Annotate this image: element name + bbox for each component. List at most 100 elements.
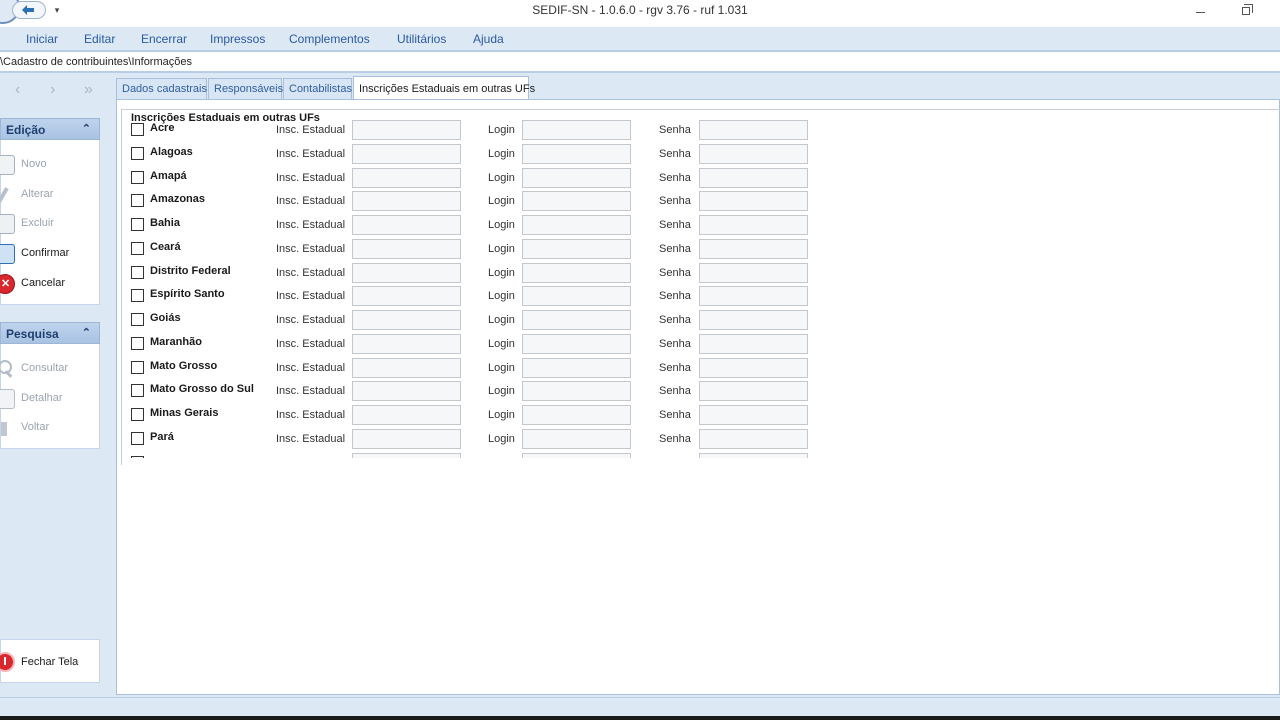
breadcrumb: \Cadastro de contribuintes\Informações	[0, 56, 192, 68]
state-checkbox[interactable]	[131, 218, 144, 231]
insc-estadual-input[interactable]	[352, 238, 461, 259]
state-checkbox[interactable]	[131, 241, 144, 255]
menu-impressos[interactable]: Impressos	[210, 32, 265, 46]
senha-input[interactable]	[699, 167, 808, 188]
collapse-chevron-icon[interactable]: ⌃	[82, 122, 91, 135]
menu-ajuda[interactable]: Ajuda	[473, 32, 504, 46]
state-checkbox[interactable]	[131, 289, 144, 303]
insc-estadual-input[interactable]	[352, 286, 461, 307]
insc-estadual-input[interactable]	[352, 333, 461, 354]
senha-input[interactable]	[699, 143, 808, 164]
menu-editar[interactable]: Editar	[84, 32, 115, 46]
senha-input[interactable]	[699, 238, 808, 259]
login-input[interactable]	[522, 143, 631, 164]
state-row: Mato Grosso Insc. Estadual Login Senha	[131, 357, 831, 381]
senha-input[interactable]	[699, 333, 808, 354]
state-checkbox[interactable]	[131, 146, 144, 160]
state-checkbox[interactable]	[131, 265, 144, 279]
edicao-panel-body: Novo Alterar Excluir Confirmar Cancelar	[0, 140, 100, 305]
senha-input[interactable]	[699, 381, 808, 402]
login-input[interactable]	[522, 238, 631, 259]
login-input[interactable]	[522, 191, 631, 212]
confirmar-button[interactable]: Confirmar	[0, 243, 101, 265]
insc-estadual-input[interactable]	[352, 215, 461, 235]
state-checkbox[interactable]	[131, 313, 144, 326]
senha-input[interactable]	[699, 310, 808, 330]
edicao-panel-header[interactable]: Edição ⌃	[0, 118, 100, 140]
state-name: Mato Grosso do Sul	[150, 383, 254, 396]
consultar-button[interactable]: Consultar	[0, 358, 101, 380]
menu-complementos[interactable]: Complementos	[289, 32, 370, 46]
login-input[interactable]	[522, 120, 631, 140]
alterar-button[interactable]: Alterar	[1, 184, 101, 206]
login-input[interactable]	[522, 452, 631, 458]
nav-last-icon[interactable]: »	[84, 81, 93, 99]
senha-input[interactable]	[699, 215, 808, 235]
tab-inscricoes-estaduais[interactable]: Inscrições Estaduais em outras UFs	[353, 76, 535, 101]
senha-input[interactable]	[699, 405, 808, 425]
insc-estadual-input[interactable]	[352, 405, 461, 425]
state-checkbox[interactable]	[131, 123, 144, 136]
login-input[interactable]	[522, 357, 631, 378]
login-input[interactable]	[522, 286, 631, 307]
tab-dados-cadastrais[interactable]: Dados cadastrais	[116, 78, 207, 100]
login-input[interactable]	[522, 381, 631, 402]
restore-button[interactable]	[1236, 2, 1256, 20]
magnifier-icon	[0, 359, 15, 379]
senha-input[interactable]	[699, 120, 808, 140]
excluir-button[interactable]: Excluir	[0, 213, 101, 235]
senha-input[interactable]	[699, 357, 808, 378]
novo-button[interactable]: Novo	[0, 154, 101, 176]
insc-estadual-input[interactable]	[352, 381, 461, 402]
login-input[interactable]	[522, 405, 631, 425]
tab-contabilistas[interactable]: Contabilistas	[283, 78, 352, 100]
detalhar-button[interactable]: Detalhar	[0, 388, 101, 410]
login-input[interactable]	[522, 167, 631, 188]
state-checkbox[interactable]	[131, 408, 144, 421]
status-bar	[0, 697, 1280, 720]
senha-input[interactable]	[699, 452, 808, 458]
login-input[interactable]	[522, 333, 631, 354]
state-checkbox[interactable]	[131, 170, 144, 184]
state-checkbox[interactable]	[131, 384, 144, 398]
senha-input[interactable]	[699, 191, 808, 212]
state-checkbox[interactable]	[131, 431, 144, 445]
senha-input[interactable]	[699, 428, 808, 449]
insc-estadual-input[interactable]	[352, 262, 461, 283]
senha-input[interactable]	[699, 262, 808, 283]
insc-estadual-input[interactable]	[352, 428, 461, 449]
senha-label: Senha	[659, 337, 691, 350]
cancelar-button[interactable]: Cancelar	[0, 273, 101, 295]
sidebar: ‹ › » Edição ⌃ Novo Alterar Excluir Conf…	[0, 73, 114, 697]
state-checkbox[interactable]	[131, 194, 144, 208]
excluir-label: Excluir	[21, 217, 55, 229]
fechar-tela-button[interactable]: Fechar Tela	[0, 639, 100, 683]
collapse-chevron-icon[interactable]: ⌃	[82, 326, 91, 339]
nav-forward-icon[interactable]: ›	[50, 81, 55, 99]
state-row: Mato Grosso do Sul Insc. Estadual Login Sen…	[131, 381, 831, 404]
login-input[interactable]	[522, 262, 631, 283]
pesquisa-panel-header[interactable]: Pesquisa ⌃	[0, 322, 100, 344]
voltar-button[interactable]: Voltar	[1, 417, 101, 439]
senha-input[interactable]	[699, 286, 808, 307]
nav-back-icon[interactable]: ‹	[15, 81, 20, 99]
login-label: Login	[488, 409, 515, 421]
insc-estadual-input[interactable]	[352, 120, 461, 140]
tab-responsaveis[interactable]: Responsáveis	[208, 78, 283, 100]
minimize-button[interactable]	[1190, 2, 1210, 20]
login-input[interactable]	[522, 310, 631, 330]
state-checkbox[interactable]	[131, 455, 144, 458]
insc-estadual-input[interactable]	[352, 310, 461, 330]
insc-estadual-input[interactable]	[352, 191, 461, 212]
menu-iniciar[interactable]: Iniciar	[26, 32, 58, 46]
insc-estadual-input[interactable]	[352, 452, 461, 458]
menu-utilitarios[interactable]: Utilitários	[397, 32, 446, 46]
login-input[interactable]	[522, 215, 631, 235]
menu-encerrar[interactable]: Encerrar	[141, 32, 187, 46]
insc-estadual-input[interactable]	[352, 357, 461, 378]
login-input[interactable]	[522, 428, 631, 449]
insc-estadual-input[interactable]	[352, 167, 461, 188]
state-checkbox[interactable]	[131, 360, 144, 374]
state-checkbox[interactable]	[131, 336, 144, 350]
insc-estadual-input[interactable]	[352, 143, 461, 164]
